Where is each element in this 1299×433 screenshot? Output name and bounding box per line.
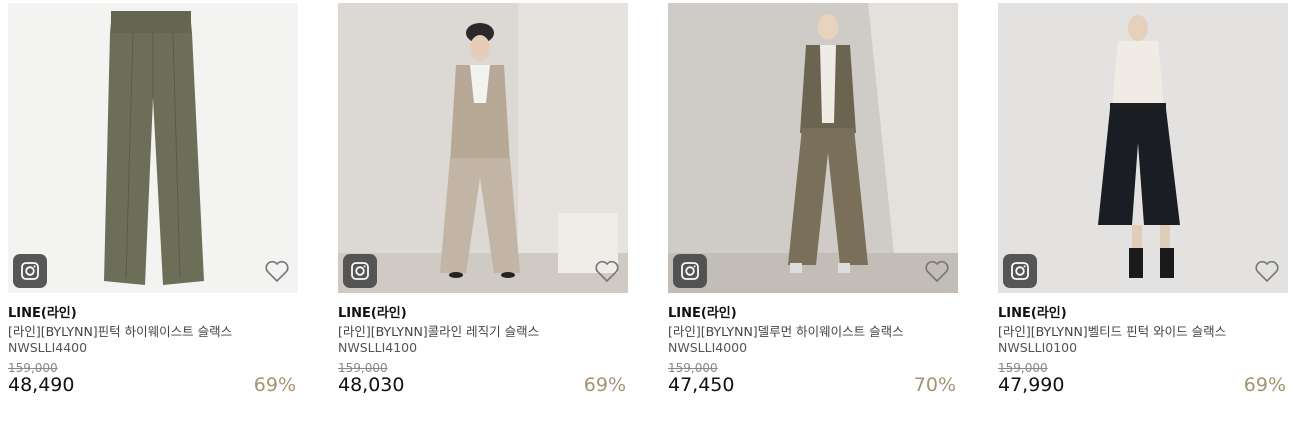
- product-photo-khaki-pants: [8, 3, 298, 293]
- product-name[interactable]: [라인][BYLYNN]콜라인 레직기 슬랙스: [338, 321, 539, 340]
- product-photo-beige-suit-model: [338, 3, 628, 293]
- heart-outline-icon[interactable]: [264, 259, 290, 283]
- product-photo-olive-suit-model: [668, 3, 958, 293]
- instagram-icon[interactable]: [1003, 254, 1037, 288]
- heart-outline-icon[interactable]: [594, 259, 620, 283]
- product-code: NWSLLI0100: [998, 340, 1078, 355]
- sale-price: 48,030: [338, 374, 405, 396]
- product-name[interactable]: [라인][BYLYNN]핀턱 하이웨이스트 슬랙스: [8, 321, 232, 340]
- product-image[interactable]: [338, 3, 628, 293]
- original-price: 159,000: [998, 361, 1048, 375]
- product-image[interactable]: [8, 3, 298, 293]
- instagram-icon[interactable]: [343, 254, 377, 288]
- heart-outline-icon[interactable]: [924, 259, 950, 283]
- product-image[interactable]: [668, 3, 958, 293]
- discount-rate: 69%: [253, 374, 296, 396]
- instagram-icon[interactable]: [673, 254, 707, 288]
- brand-name[interactable]: LINE(라인): [668, 302, 737, 321]
- product-code: NWSLLI4000: [668, 340, 748, 355]
- discount-rate: 70%: [913, 374, 956, 396]
- instagram-icon[interactable]: [13, 254, 47, 288]
- product-code: NWSLLI4400: [8, 340, 88, 355]
- sale-price: 47,450: [668, 374, 735, 396]
- product-card[interactable]: LINE(라인) [라인][BYLYNN]콜라인 레직기 슬랙스 NWSLLI4…: [338, 3, 628, 423]
- brand-name[interactable]: LINE(라인): [338, 302, 407, 321]
- product-name[interactable]: [라인][BYLYNN]벨티드 핀턱 와이드 슬랙스: [998, 321, 1226, 340]
- brand-name[interactable]: LINE(라인): [998, 302, 1067, 321]
- product-card[interactable]: LINE(라인) [라인][BYLYNN]핀턱 하이웨이스트 슬랙스 NWSLL…: [8, 3, 298, 423]
- brand-name[interactable]: LINE(라인): [8, 302, 77, 321]
- original-price: 159,000: [8, 361, 58, 375]
- product-photo-black-wide-pants-model: [998, 3, 1288, 293]
- discount-rate: 69%: [583, 374, 626, 396]
- heart-outline-icon[interactable]: [1254, 259, 1280, 283]
- sale-price: 47,990: [998, 374, 1065, 396]
- product-card[interactable]: LINE(라인) [라인][BYLYNN]벨티드 핀턱 와이드 슬랙스 NWSL…: [998, 3, 1288, 423]
- product-image[interactable]: [998, 3, 1288, 293]
- product-card[interactable]: LINE(라인) [라인][BYLYNN]델루먼 하이웨이스트 슬랙스 NWSL…: [668, 3, 958, 423]
- product-name[interactable]: [라인][BYLYNN]델루먼 하이웨이스트 슬랙스: [668, 321, 904, 340]
- original-price: 159,000: [668, 361, 718, 375]
- sale-price: 48,490: [8, 374, 75, 396]
- discount-rate: 69%: [1243, 374, 1286, 396]
- product-grid: LINE(라인) [라인][BYLYNN]핀턱 하이웨이스트 슬랙스 NWSLL…: [0, 0, 1299, 433]
- original-price: 159,000: [338, 361, 388, 375]
- product-code: NWSLLI4100: [338, 340, 418, 355]
